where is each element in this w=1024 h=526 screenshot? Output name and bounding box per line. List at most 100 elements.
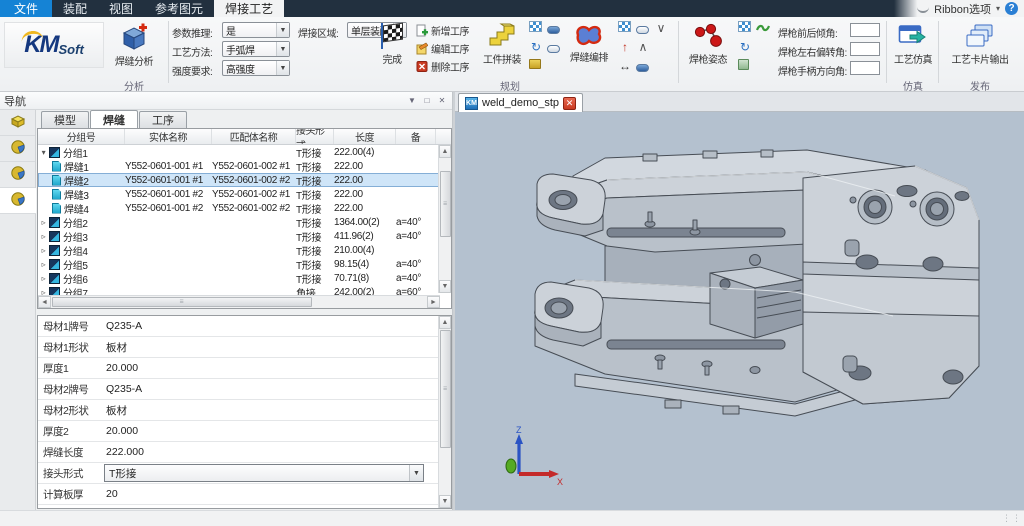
- rotate-icon[interactable]: ↻: [738, 40, 752, 54]
- param-method-combo[interactable]: 手弧焊▼: [222, 41, 290, 57]
- resize-grip[interactable]: ⋮⋮: [1002, 513, 1022, 524]
- workpiece-assembly-button[interactable]: 工件拼装: [478, 20, 526, 67]
- combo-arrow-icon[interactable]: ▼: [276, 61, 289, 75]
- tree-expanded-icon[interactable]: ▾: [38, 148, 49, 157]
- flag-icon[interactable]: [738, 21, 751, 32]
- chevron-down-icon[interactable]: ∨: [654, 21, 668, 35]
- weld-analysis-button[interactable]: 焊缝分析: [108, 20, 160, 69]
- workpiece-assembly-icon: [488, 23, 516, 49]
- menu-item[interactable]: 文件: [0, 0, 52, 17]
- scrollbar-thumb[interactable]: ≡: [440, 171, 451, 237]
- scroll-down-icon[interactable]: ▼: [439, 280, 451, 293]
- table-row[interactable]: ▹分组2T形接1364.00(2)a=40°: [38, 215, 440, 229]
- capsule-blue-icon[interactable]: [636, 64, 649, 72]
- side-strip-button[interactable]: [0, 110, 35, 136]
- group-label-publish: 发布: [952, 78, 1008, 90]
- side-strip-button[interactable]: [0, 188, 36, 214]
- table-row[interactable]: ▹分组5T形接98.15(4)a=40°: [38, 257, 440, 271]
- nav-tab[interactable]: 焊缝: [90, 110, 138, 128]
- edit-process-button[interactable]: 编辑工序: [414, 40, 471, 57]
- table-row[interactable]: 焊缝3Y552-0601-001 #2Y552-0601-002 #1T形接22…: [38, 187, 440, 201]
- capsule-white-icon[interactable]: [547, 45, 560, 53]
- nav-tab[interactable]: 模型: [41, 111, 89, 128]
- rotate-icon[interactable]: ↻: [529, 40, 543, 54]
- torch-angle-fb-input[interactable]: [850, 23, 880, 37]
- chevron-up-icon[interactable]: ∧: [636, 40, 650, 54]
- tree-collapsed-icon[interactable]: ▹: [38, 260, 49, 269]
- arrow-up-icon[interactable]: ↑: [618, 40, 632, 54]
- menu-item[interactable]: 装配: [52, 0, 98, 17]
- scroll-up-icon[interactable]: ▲: [439, 316, 451, 329]
- param-strength-combo[interactable]: 高强度▼: [222, 60, 290, 76]
- table-horizontal-scrollbar[interactable]: ◄ ≡ ►: [38, 295, 440, 308]
- scroll-up-icon[interactable]: ▲: [439, 145, 451, 158]
- table-row[interactable]: 焊缝4Y552-0601-001 #2Y552-0601-002 #2T形接22…: [38, 201, 440, 215]
- table-row[interactable]: 焊缝1Y552-0601-001 #1Y552-0601-002 #1T形接22…: [38, 159, 440, 173]
- properties-vertical-scrollbar[interactable]: ▲ ≡ ▼: [438, 316, 451, 508]
- document-tab[interactable]: KM weld_demo_stp ✕: [458, 93, 583, 112]
- menu-item[interactable]: 焊接工艺: [214, 0, 284, 17]
- table-column-header[interactable]: 备: [396, 129, 436, 144]
- ribbon-options-arrow-icon[interactable]: ▾: [996, 4, 1000, 13]
- scrollbar-thumb[interactable]: ≡: [440, 330, 451, 448]
- width-icon[interactable]: ↔: [618, 59, 632, 73]
- ribbon-options-button[interactable]: Ribbon选项: [934, 1, 991, 17]
- help-button[interactable]: ?: [1005, 2, 1018, 15]
- pin-icon[interactable]: □: [421, 95, 433, 107]
- menu-item[interactable]: 参考图元: [144, 0, 214, 17]
- table-row[interactable]: 焊缝2Y552-0601-001 #1Y552-0601-002 #2T形接22…: [38, 173, 440, 187]
- joint-type-cell: T形接: [296, 201, 334, 216]
- weld-group-icon: [49, 217, 60, 228]
- add-process-button[interactable]: 新增工序: [414, 22, 471, 39]
- table-column-header[interactable]: 分组号: [38, 129, 125, 144]
- nav-tab[interactable]: 工序: [139, 111, 187, 128]
- process-simulation-button[interactable]: 工艺仿真: [890, 20, 936, 67]
- flag-icon[interactable]: [529, 21, 542, 32]
- tree-collapsed-icon[interactable]: ▹: [38, 232, 49, 241]
- finish-button[interactable]: 完成: [372, 20, 412, 67]
- table-column-header[interactable]: 接头形式: [296, 129, 334, 144]
- scroll-down-icon[interactable]: ▼: [439, 495, 451, 508]
- delete-process-button[interactable]: 删除工序: [414, 58, 471, 75]
- print-icon[interactable]: [529, 59, 541, 69]
- ribbon-collapse-icon[interactable]: [917, 5, 929, 13]
- combo-arrow-icon[interactable]: ▼: [409, 465, 423, 481]
- torch-angle-handle-input[interactable]: [850, 61, 880, 75]
- side-strip-button[interactable]: [0, 136, 35, 162]
- tree-collapsed-icon[interactable]: ▹: [38, 246, 49, 255]
- table-column-header[interactable]: 实体名称: [125, 129, 212, 144]
- property-value: 板材: [102, 403, 440, 418]
- process-card-output-button[interactable]: 工艺卡片输出: [944, 20, 1016, 67]
- close-tab-icon[interactable]: ✕: [563, 97, 576, 110]
- table-column-header[interactable]: 匹配体名称: [212, 129, 296, 144]
- table-row[interactable]: ▹分组3T形接411.96(2)a=40°: [38, 229, 440, 243]
- torch-pose-button[interactable]: 焊枪姿态: [684, 20, 732, 67]
- scroll-right-icon[interactable]: ►: [427, 296, 440, 308]
- table-vertical-scrollbar[interactable]: ▲ ≡ ▼: [438, 145, 451, 293]
- dock-icon[interactable]: ▼: [406, 95, 418, 107]
- combo-arrow-icon[interactable]: ▼: [276, 23, 289, 37]
- pin-icon[interactable]: [738, 59, 749, 70]
- table-row[interactable]: ▹分组6T形接70.71(8)a=40°: [38, 271, 440, 285]
- close-icon[interactable]: ✕: [436, 95, 448, 107]
- side-strip-button[interactable]: [0, 162, 35, 188]
- param-inference-combo[interactable]: 是▼: [222, 22, 290, 38]
- table-row[interactable]: ▹分组4T形接210.00(4): [38, 243, 440, 257]
- menu-item[interactable]: 视图: [98, 0, 144, 17]
- 3d-viewport[interactable]: Z X: [455, 112, 1024, 510]
- capsule-blue-icon[interactable]: [547, 26, 560, 34]
- flag-icon[interactable]: [618, 21, 631, 32]
- table-row[interactable]: ▾分组1T形接222.00(4): [38, 145, 440, 159]
- torch-angle-lr-label: 焊枪左右偏转角:: [778, 44, 847, 59]
- snake-icon[interactable]: [756, 21, 770, 35]
- torch-angle-lr-input[interactable]: [850, 42, 880, 56]
- capsule-white-icon[interactable]: [636, 26, 649, 34]
- scroll-left-icon[interactable]: ◄: [38, 296, 51, 308]
- combo-arrow-icon[interactable]: ▼: [276, 42, 289, 56]
- tree-collapsed-icon[interactable]: ▹: [38, 218, 49, 227]
- scrollbar-thumb[interactable]: ≡: [52, 297, 312, 307]
- tree-collapsed-icon[interactable]: ▹: [38, 274, 49, 283]
- joint-type-combo[interactable]: T形接▼: [104, 464, 424, 482]
- weld-arrange-button[interactable]: 焊缝编排: [566, 20, 612, 65]
- table-column-header[interactable]: 长度: [334, 129, 396, 144]
